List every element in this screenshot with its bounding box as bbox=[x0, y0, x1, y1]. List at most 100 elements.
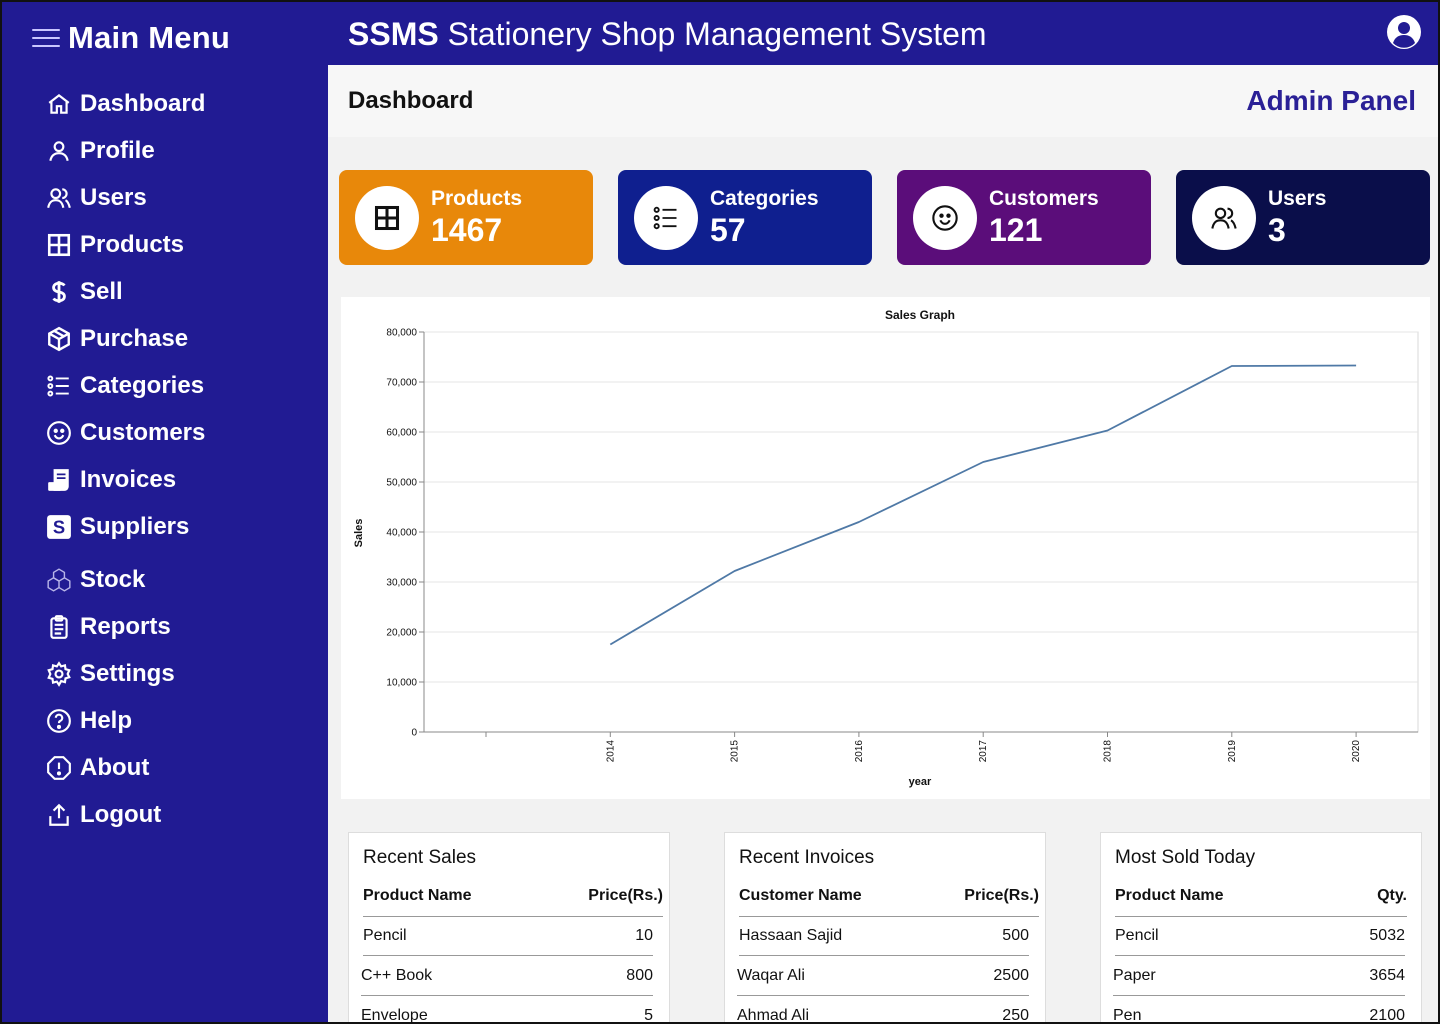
sidebar-item-label: Reports bbox=[80, 612, 171, 640]
sidebar-item-suppliers[interactable]: S Suppliers bbox=[46, 503, 316, 550]
table-row[interactable]: C++ Book 800 bbox=[361, 956, 653, 996]
table-cell: 3654 bbox=[1369, 966, 1405, 984]
sidebar-item-profile[interactable]: Profile bbox=[46, 127, 316, 174]
sidebar-item-label: Stock bbox=[80, 565, 146, 593]
grid-icon bbox=[374, 205, 400, 230]
card-categories[interactable]: Categories 57 bbox=[618, 170, 872, 265]
y-tick-label: 70,000 bbox=[386, 378, 417, 389]
sidebar-item-label: Dashboard bbox=[80, 89, 206, 117]
card-label: Customers bbox=[989, 186, 1099, 210]
card-customers[interactable]: Customers 121 bbox=[897, 170, 1151, 265]
sidebar-item-label: Settings bbox=[80, 659, 175, 687]
card-users[interactable]: Users 3 bbox=[1176, 170, 1430, 265]
stat-cards: Products 1467 Categories 57 Customers 12… bbox=[339, 170, 1431, 266]
users-icon bbox=[47, 187, 71, 208]
y-tick-label: 60,000 bbox=[386, 428, 417, 439]
table-row[interactable]: Pencil 5032 bbox=[1115, 916, 1405, 956]
y-tick-label: 10,000 bbox=[386, 678, 417, 689]
table-header: Product Name Qty. bbox=[1115, 887, 1407, 917]
table-cell: 10 bbox=[635, 926, 653, 944]
sidebar-item-sell[interactable]: Sell bbox=[46, 268, 316, 315]
y-tick-label: 20,000 bbox=[386, 628, 417, 639]
card-text: Products 1467 bbox=[431, 187, 522, 249]
sidebar-item-users[interactable]: Users bbox=[46, 174, 316, 221]
dollar-icon bbox=[52, 280, 66, 303]
table-row[interactable]: Paper 3654 bbox=[1113, 956, 1405, 996]
page-header: Dashboard Admin Panel bbox=[328, 65, 1438, 137]
sidebar-item-stock[interactable]: Stock bbox=[46, 556, 316, 603]
table-row[interactable]: Ahmad Ali 250 bbox=[737, 996, 1029, 1024]
sidebar-item-logout[interactable]: Logout bbox=[46, 791, 316, 838]
card-value: 1467 bbox=[431, 211, 503, 248]
users-icon bbox=[1211, 207, 1237, 229]
card-icon-circle bbox=[634, 185, 698, 250]
column-header: Customer Name bbox=[739, 887, 862, 904]
table-cell: 800 bbox=[626, 966, 653, 984]
app-title: SSMS Stationery Shop Management System bbox=[348, 16, 987, 53]
sales-chart-svg: Sales Graph year Sales 0 10,000 20,000 30,0… bbox=[353, 308, 1419, 788]
sidebar-item-label: Purchase bbox=[80, 324, 189, 352]
most-sold-table: Most Sold Today Product Name Qty. Pencil… bbox=[1100, 832, 1422, 1022]
menu-title: Main Menu bbox=[68, 20, 230, 55]
app-name: Stationery Shop Management System bbox=[447, 16, 987, 52]
sidebar-item-label: Customers bbox=[80, 418, 206, 446]
invoice-icon bbox=[48, 468, 69, 491]
top-bar: SSMS Stationery Shop Management System bbox=[328, 2, 1438, 65]
cubes-icon bbox=[47, 567, 71, 592]
panel-title: Admin Panel bbox=[1246, 85, 1416, 116]
app-abbr: SSMS bbox=[348, 16, 439, 52]
sidebar-item-invoices[interactable]: Invoices bbox=[46, 456, 316, 503]
table-cell: 2500 bbox=[993, 966, 1029, 984]
table-row[interactable]: Pencil 10 bbox=[363, 916, 653, 956]
sidebar-item-products[interactable]: Products bbox=[46, 221, 316, 268]
app-window: Main Menu Dashboard Profile Users Produc… bbox=[0, 0, 1440, 1024]
sidebar-item-label: Categories bbox=[80, 371, 205, 399]
table-row[interactable]: Envelope 5 bbox=[361, 996, 653, 1022]
table-row[interactable]: Hassaan Sajid 500 bbox=[739, 916, 1029, 956]
card-text: Customers 121 bbox=[989, 187, 1099, 249]
y-tick-label: 30,000 bbox=[386, 578, 417, 589]
table-title: Most Sold Today bbox=[1115, 847, 1256, 868]
sidebar-item-settings[interactable]: Settings bbox=[46, 650, 316, 697]
series-line bbox=[609, 364, 1357, 646]
list-icon bbox=[47, 374, 69, 397]
column-header: Price(Rs.) bbox=[964, 887, 1039, 904]
chart-plot-area: 0 10,000 20,000 30,000 40,000 50,000 60,000 70,… bbox=[386, 328, 1419, 763]
table-cell: Waqar Ali bbox=[737, 966, 805, 984]
sidebar-item-label: Help bbox=[80, 706, 133, 734]
card-text: Users 3 bbox=[1268, 187, 1326, 249]
sidebar-item-customers[interactable]: Customers bbox=[46, 409, 316, 456]
user-icon bbox=[49, 140, 69, 161]
svg-text:S: S bbox=[53, 516, 65, 537]
summary-tables: Recent Sales Product Name Price(Rs.) Pen… bbox=[348, 832, 1428, 1024]
table-cell: Paper bbox=[1113, 966, 1156, 984]
account-icon[interactable] bbox=[1386, 14, 1422, 50]
card-products[interactable]: Products 1467 bbox=[339, 170, 593, 265]
table-cell: Hassaan Sajid bbox=[739, 926, 843, 944]
x-tick-label: 2015 bbox=[730, 740, 741, 763]
card-label: Products bbox=[431, 186, 523, 210]
sidebar-item-label: Sell bbox=[80, 277, 123, 305]
sidebar-item-purchase[interactable]: Purchase bbox=[46, 315, 316, 362]
sidebar-item-about[interactable]: About bbox=[46, 744, 316, 791]
card-icon-circle bbox=[913, 185, 977, 250]
sidebar-item-dashboard[interactable]: Dashboard bbox=[46, 80, 316, 127]
column-header: Product Name bbox=[363, 887, 472, 904]
sidebar-item-label: About bbox=[80, 753, 150, 781]
table-cell: 250 bbox=[1002, 1007, 1029, 1024]
card-label: Users bbox=[1268, 186, 1327, 210]
card-icon-circle bbox=[1192, 185, 1256, 250]
hamburger-icon[interactable] bbox=[32, 29, 60, 47]
table-row[interactable]: Pen 2100 bbox=[1113, 996, 1405, 1022]
sidebar-item-help[interactable]: Help bbox=[46, 697, 316, 744]
s-badge-icon: S bbox=[47, 514, 71, 539]
table-title: Recent Sales bbox=[363, 847, 477, 868]
sidebar-item-label: Users bbox=[80, 183, 147, 211]
sidebar-item-categories[interactable]: Categories bbox=[46, 362, 316, 409]
upload-icon bbox=[49, 803, 69, 826]
sidebar-item-reports[interactable]: Reports bbox=[46, 603, 316, 650]
x-tick-label: 2019 bbox=[1227, 740, 1238, 763]
table-row[interactable]: Waqar Ali 2500 bbox=[737, 956, 1029, 996]
card-value: 3 bbox=[1268, 211, 1286, 248]
recent-invoices-table: Recent Invoices Customer Name Price(Rs.)… bbox=[724, 832, 1046, 1024]
